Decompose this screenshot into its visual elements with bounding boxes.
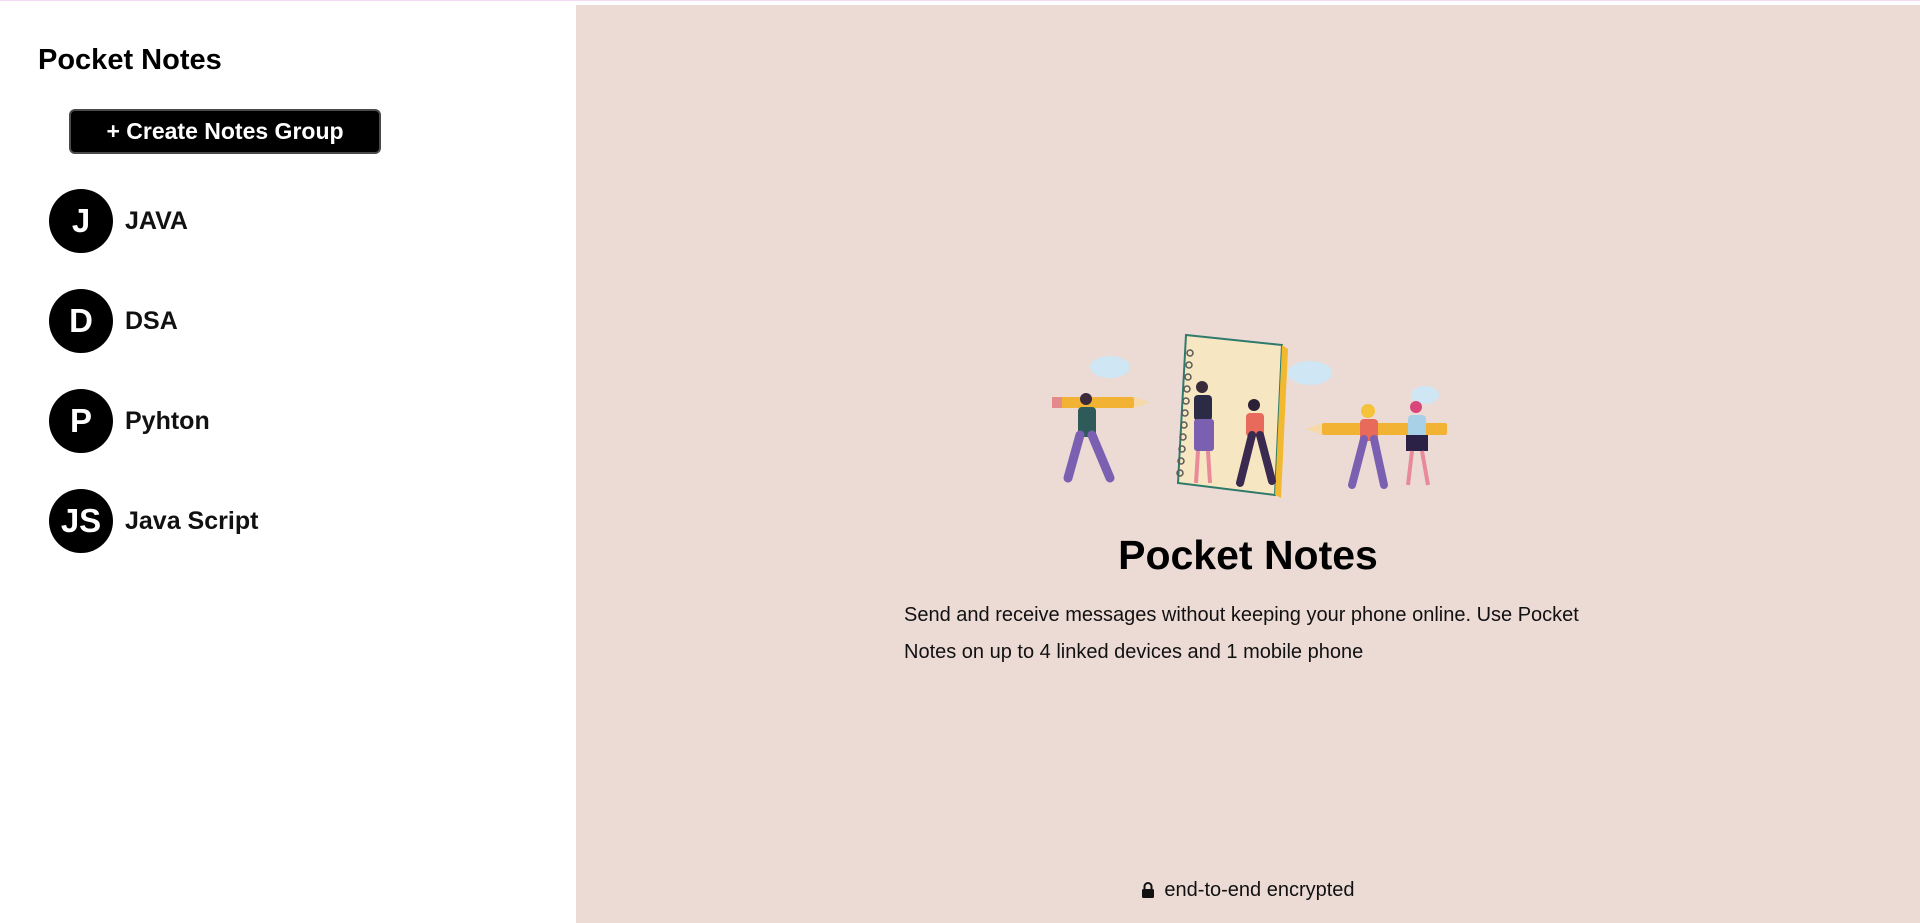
sidebar: Pocket Notes + Create Notes Group J JAVA… bbox=[0, 5, 576, 923]
main-description: Send and receive messages without keepin… bbox=[904, 604, 1579, 663]
group-avatar: D bbox=[49, 289, 113, 353]
group-name: JAVA bbox=[125, 206, 188, 235]
group-avatar: JS bbox=[49, 489, 113, 553]
person-5-graphic bbox=[1406, 401, 1430, 486]
main-title: Pocket Notes bbox=[1118, 532, 1378, 578]
group-item-dsa[interactable]: D DSA bbox=[49, 289, 258, 353]
group-item-java[interactable]: J JAVA bbox=[49, 189, 258, 253]
encryption-text: end-to-end encrypted bbox=[1164, 879, 1355, 901]
group-avatar: P bbox=[49, 389, 113, 453]
group-avatar: J bbox=[49, 189, 113, 253]
notes-illustration bbox=[1052, 333, 1447, 498]
sidebar-title: Pocket Notes bbox=[38, 44, 222, 76]
group-name: Pyhton bbox=[125, 406, 210, 435]
encryption-notice: end-to-end encrypted bbox=[576, 879, 1920, 902]
create-notes-group-button[interactable]: + Create Notes Group bbox=[69, 109, 381, 154]
group-item-java-script[interactable]: JS Java Script bbox=[49, 489, 258, 553]
main-panel: Pocket Notes Send and receive messages w… bbox=[576, 5, 1920, 923]
app-window: Pocket Notes + Create Notes Group J JAVA… bbox=[0, 5, 1920, 923]
group-list: J JAVA D DSA P Pyhton JS Java Script bbox=[49, 189, 258, 589]
person-4-graphic bbox=[1348, 404, 1388, 489]
group-item-pyhton[interactable]: P Pyhton bbox=[49, 389, 258, 453]
pencil-left-graphic bbox=[1052, 397, 1150, 408]
lock-icon bbox=[1142, 881, 1155, 898]
group-name: DSA bbox=[125, 306, 178, 335]
group-name: Java Script bbox=[125, 506, 259, 535]
